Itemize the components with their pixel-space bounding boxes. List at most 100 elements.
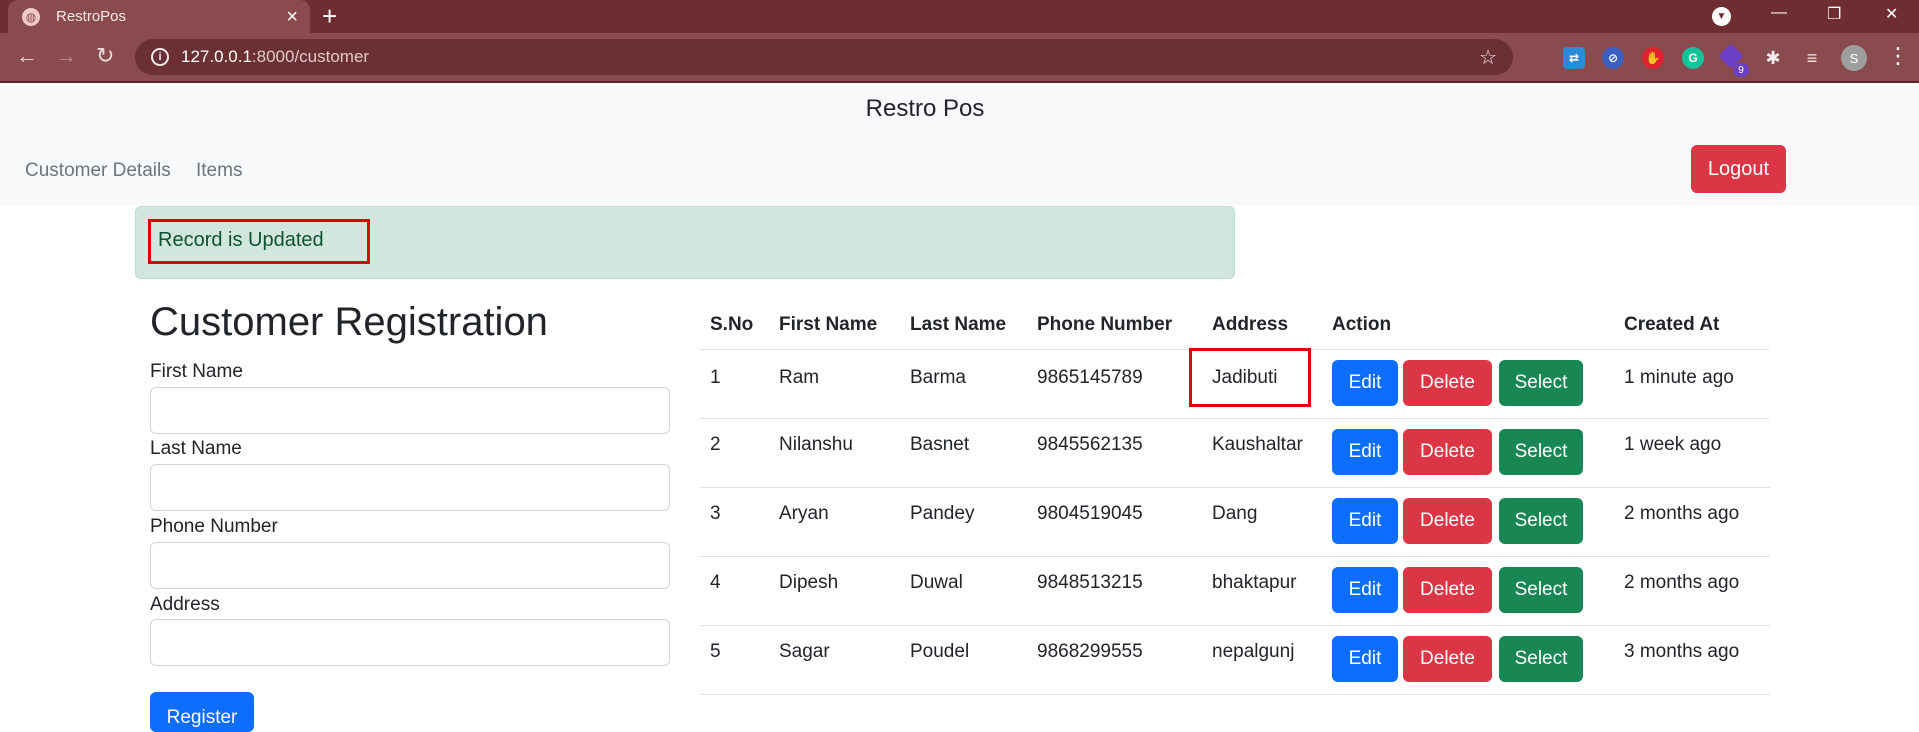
delete-button[interactable]: Delete [1403, 429, 1492, 475]
select-button[interactable]: Select [1499, 636, 1583, 682]
cell-sno: 2 [710, 434, 721, 455]
table-row: 4 Dipesh Duwal 9848513215 bhaktapur Edit… [700, 556, 1770, 625]
cell-address: Dang [1212, 503, 1258, 524]
address-bar[interactable]: i 127.0.0.1 :8000/customer ☆ [135, 39, 1513, 75]
cell-first-name: Aryan [779, 503, 829, 524]
close-tab-icon[interactable]: × [286, 7, 298, 27]
cell-created-at: 1 week ago [1624, 434, 1722, 455]
cell-created-at: 2 months ago [1624, 503, 1740, 524]
edit-button[interactable]: Edit [1332, 636, 1398, 682]
cell-last-name: Basnet [910, 434, 970, 455]
address-field[interactable] [150, 619, 670, 666]
tab-search-icon[interactable]: ▼ [1712, 7, 1731, 26]
browser-menu-icon[interactable]: ⋮ [1887, 43, 1909, 69]
restore-icon[interactable]: ❐ [1827, 4, 1841, 24]
phone-number-label: Phone Number [150, 516, 278, 537]
delete-button[interactable]: Delete [1403, 360, 1492, 406]
cell-first-name: Dipesh [779, 572, 839, 593]
delete-button[interactable]: Delete [1403, 636, 1492, 682]
edit-button[interactable]: Edit [1332, 567, 1398, 613]
logout-button[interactable]: Logout [1691, 145, 1786, 193]
cell-phone: 9868299555 [1037, 641, 1143, 662]
first-name-label: First Name [150, 361, 243, 382]
table-bottom-border [700, 694, 1770, 695]
first-name-field[interactable] [150, 387, 670, 434]
table-row: 5 Sagar Poudel 9868299555 nepalgunj Edit… [700, 625, 1770, 694]
cell-last-name: Duwal [910, 572, 963, 593]
cell-sno: 1 [710, 367, 721, 388]
site-info-icon[interactable]: i [151, 48, 169, 66]
url-host: 127.0.0.1 [181, 47, 252, 66]
browser-tab[interactable]: ◍ RestroPos × [8, 0, 310, 33]
cell-first-name: Ram [779, 367, 820, 388]
cell-last-name: Pandey [910, 503, 975, 524]
form-title: Customer Registration [150, 300, 548, 344]
cell-last-name: Poudel [910, 641, 970, 662]
register-button[interactable]: Register [150, 692, 254, 732]
delete-button[interactable]: Delete [1403, 567, 1492, 613]
minimize-icon[interactable]: — [1771, 4, 1787, 22]
header-sno: S.No [710, 314, 754, 335]
success-alert: Record is Updated [135, 206, 1235, 279]
extension-translate-icon[interactable]: ⇄ [1563, 47, 1585, 69]
reading-list-icon[interactable]: ≡ [1801, 47, 1823, 69]
select-button[interactable]: Select [1499, 498, 1583, 544]
close-window-icon[interactable]: ✕ [1885, 4, 1898, 24]
extension-badge: 9 [1733, 63, 1749, 77]
cell-phone: 9865145789 [1037, 367, 1143, 388]
nav-link-items[interactable]: Items [196, 160, 242, 182]
last-name-label: Last Name [150, 438, 242, 459]
cell-created-at: 1 minute ago [1624, 367, 1734, 388]
last-name-field[interactable] [150, 464, 670, 511]
extension-hand-icon[interactable]: ✋ [1642, 47, 1664, 69]
tab-title: RestroPos [56, 8, 127, 25]
profile-avatar[interactable]: S [1841, 45, 1867, 71]
extension-grammarly-icon[interactable]: G [1682, 47, 1704, 69]
cell-created-at: 3 months ago [1624, 641, 1740, 662]
browser-tabstrip: ◍ RestroPos × + ▼ — ❐ ✕ [0, 0, 1919, 33]
select-button[interactable]: Select [1499, 429, 1583, 475]
back-icon[interactable]: ← [16, 43, 38, 69]
nav-link-customer-details[interactable]: Customer Details [25, 160, 171, 182]
cell-first-name: Sagar [779, 641, 830, 662]
header-created-at: Created At [1624, 314, 1720, 335]
address-label: Address [150, 594, 220, 615]
extensions-puzzle-icon[interactable]: ✱ [1762, 47, 1784, 69]
cell-sno: 4 [710, 572, 721, 593]
globe-icon: ◍ [22, 7, 40, 26]
forward-icon[interactable]: → [55, 43, 77, 69]
app-navbar: Restro Pos Customer Details Items Logout [0, 85, 1919, 205]
header-action: Action [1332, 314, 1392, 335]
cell-address: Kaushaltar [1212, 434, 1303, 455]
bookmark-star-icon[interactable]: ☆ [1479, 45, 1497, 70]
alert-message: Record is Updated [148, 219, 370, 264]
new-tab-icon[interactable]: + [322, 3, 337, 29]
cell-created-at: 2 months ago [1624, 572, 1740, 593]
cell-sno: 5 [710, 641, 721, 662]
header-address: Address [1212, 314, 1289, 335]
select-button[interactable]: Select [1499, 567, 1583, 613]
delete-button[interactable]: Delete [1403, 498, 1492, 544]
cell-first-name: Nilanshu [779, 434, 853, 455]
table-row: 3 Aryan Pandey 9804519045 Dang Edit Dele… [700, 487, 1770, 556]
address-highlight-box [1189, 348, 1311, 407]
table-row: 2 Nilanshu Basnet 9845562135 Kaushaltar … [700, 418, 1770, 487]
browser-toolbar: ← → ↻ i 127.0.0.1 :8000/customer ☆ ⇄ ⊘ ✋… [0, 33, 1919, 83]
edit-button[interactable]: Edit [1332, 360, 1398, 406]
cell-sno: 3 [710, 503, 721, 524]
header-first-name: First Name [779, 314, 878, 335]
cell-phone: 9848513215 [1037, 572, 1143, 593]
phone-number-field[interactable] [150, 542, 670, 589]
cell-address: bhaktapur [1212, 572, 1297, 593]
edit-button[interactable]: Edit [1332, 498, 1398, 544]
header-phone-number: Phone Number [1037, 314, 1173, 335]
header-last-name: Last Name [910, 314, 1007, 335]
cell-last-name: Barma [910, 367, 966, 388]
cell-phone: 9845562135 [1037, 434, 1143, 455]
reload-icon[interactable]: ↻ [96, 43, 114, 69]
cell-phone: 9804519045 [1037, 503, 1143, 524]
edit-button[interactable]: Edit [1332, 429, 1398, 475]
extension-block-icon[interactable]: ⊘ [1602, 47, 1624, 69]
select-button[interactable]: Select [1499, 360, 1583, 406]
brand-title[interactable]: Restro Pos [0, 95, 1850, 123]
